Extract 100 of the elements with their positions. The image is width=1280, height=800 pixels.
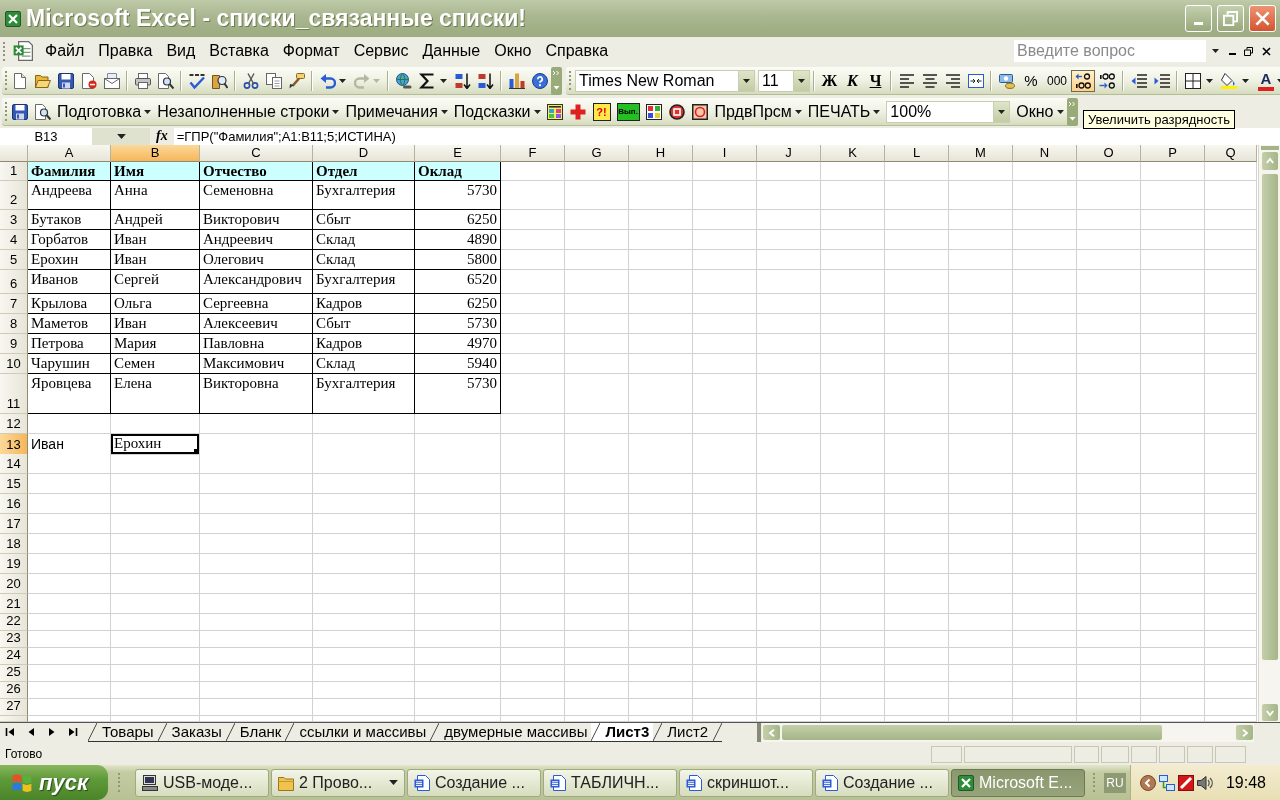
row-header[interactable]: 7 [0, 294, 28, 314]
scissors-icon[interactable] [242, 72, 259, 89]
spreadsheet-cell[interactable]: Сбыт [313, 210, 415, 230]
row-header[interactable]: 23 [0, 631, 28, 648]
checkmark-icon[interactable] [188, 72, 205, 89]
menu-item[interactable]: Окно [487, 40, 539, 62]
spreadsheet-cell[interactable]: Отдел [313, 162, 415, 181]
row-header[interactable]: 19 [0, 554, 28, 574]
chevron-left-icon[interactable] [1140, 774, 1156, 791]
last-sheet-icon[interactable] [68, 727, 78, 737]
caret-icon[interactable] [339, 78, 346, 83]
menu-item[interactable]: Формат [275, 40, 347, 62]
paintbrush-icon[interactable] [288, 72, 305, 89]
caret-icon[interactable] [1242, 78, 1250, 83]
scroll-left-button[interactable] [762, 724, 781, 741]
spreadsheet-cell[interactable]: Иванов [28, 270, 111, 294]
spreadsheet-cell[interactable]: Андреева [28, 181, 111, 210]
menu-item[interactable]: Вставка [202, 40, 276, 62]
spreadsheet-cell[interactable]: Бутаков [28, 210, 111, 230]
column-header[interactable]: P [1141, 145, 1205, 162]
font-size-field[interactable]: 11 [758, 69, 810, 92]
fill-handle[interactable] [194, 449, 199, 454]
spreadsheet-cell[interactable]: Александрович [200, 270, 313, 294]
spreadsheet-cell[interactable]: Андрей [111, 210, 200, 230]
indent-icon[interactable] [1153, 72, 1170, 89]
row-header[interactable]: 26 [0, 682, 28, 699]
sheet-tab[interactable]: ссылки и массивы [285, 723, 431, 742]
dropdown-button[interactable] [793, 70, 809, 91]
stop-icon[interactable] [669, 103, 686, 120]
spreadsheet-cell[interactable]: Олегович [200, 250, 313, 270]
menu-item[interactable]: Данные [415, 40, 488, 62]
toolbar-menu[interactable]: ПЕЧАТЬ [804, 100, 884, 123]
row-header[interactable]: 18 [0, 534, 28, 554]
insert-function-button[interactable]: fx [156, 128, 168, 144]
spreadsheet-cell[interactable]: Фамилия [28, 162, 111, 181]
horizontal-scrollbar[interactable] [762, 723, 1254, 742]
close-icon[interactable] [1262, 46, 1271, 56]
spreadsheet-cell[interactable]: Мария [111, 334, 200, 354]
column-header[interactable]: C [200, 145, 313, 162]
macro-button[interactable]: Вып. [616, 102, 640, 121]
globe-icon[interactable] [395, 72, 412, 89]
spreadsheet-cell[interactable]: Викторович [200, 210, 313, 230]
open-folder-icon[interactable] [34, 72, 51, 89]
print-icon[interactable] [134, 72, 151, 89]
spreadsheet-cell[interactable]: 5730 [415, 374, 501, 414]
spreadsheet-cell[interactable]: 4970 [415, 334, 501, 354]
borders-icon[interactable] [1184, 72, 1201, 89]
copy-icon[interactable] [265, 72, 282, 89]
spreadsheet-cell[interactable]: Елена [111, 374, 200, 414]
spreadsheet-cell[interactable]: Анна [111, 181, 200, 210]
underline-button[interactable]: Ч [864, 69, 887, 92]
row-header[interactable]: 10 [0, 354, 28, 374]
minimize-button[interactable] [1185, 5, 1212, 32]
color-grid-icon[interactable] [547, 103, 564, 120]
spreadsheet-cell[interactable]: 6250 [415, 210, 501, 230]
spreadsheet-cell[interactable]: Склад [313, 230, 415, 250]
spreadsheet-cell[interactable]: Сбыт [313, 314, 415, 334]
spreadsheet-cell[interactable]: Горбатов [28, 230, 111, 250]
column-header[interactable]: H [629, 145, 693, 162]
print-preview-icon[interactable] [34, 103, 51, 120]
column-header[interactable]: L [885, 145, 949, 162]
spreadsheet-cell[interactable]: Алексеевич [200, 314, 313, 334]
spreadsheet-cell[interactable]: Имя [111, 162, 200, 181]
sum-icon[interactable] [418, 72, 435, 89]
spreadsheet-cell[interactable]: 6520 [415, 270, 501, 294]
spreadsheet-icon[interactable] [5, 10, 21, 27]
save-icon[interactable] [11, 103, 28, 120]
align-left-icon[interactable] [898, 72, 915, 89]
spreadsheet-cell[interactable]: Семеновна [200, 181, 313, 210]
row-header[interactable]: 3 [0, 210, 28, 230]
column-header[interactable]: B [111, 145, 200, 162]
undo-icon[interactable] [320, 72, 336, 89]
column-header[interactable]: I [693, 145, 757, 162]
spreadsheet-cell[interactable]: Сергеевна [200, 294, 313, 314]
macro-button[interactable]: ?! [592, 102, 611, 121]
network-icon[interactable] [1159, 774, 1175, 791]
row-header[interactable]: 12 [0, 414, 28, 434]
spreadsheet-document-icon[interactable] [13, 41, 33, 61]
column-header[interactable]: E [415, 145, 501, 162]
paint-bucket-icon[interactable] [1220, 72, 1237, 89]
spreadsheet-cell[interactable]: 5940 [415, 354, 501, 374]
spreadsheet-cell[interactable]: 6250 [415, 294, 501, 314]
menu-item[interactable]: Справка [538, 40, 616, 62]
spreadsheet-cell[interactable]: 5730 [415, 181, 501, 210]
minimize-icon[interactable] [1229, 53, 1236, 55]
spreadsheet-cell[interactable]: Маметов [28, 314, 111, 334]
spreadsheet-cell[interactable]: Оклад [415, 162, 501, 181]
spreadsheet-cell[interactable]: Бухгалтерия [313, 181, 415, 210]
row-header[interactable]: 4 [0, 230, 28, 250]
toolbar-menu[interactable]: ПрдвПрсм [711, 100, 805, 123]
spreadsheet-cell[interactable]: Иван [111, 230, 200, 250]
spreadsheet-cell[interactable]: Семен [111, 354, 200, 374]
sheet-tab[interactable]: Лист2 [653, 723, 723, 742]
toolbar-options-icon[interactable] [1066, 97, 1078, 126]
save-icon[interactable] [57, 72, 74, 89]
book-magnifier-icon[interactable] [211, 72, 228, 89]
spreadsheet-cell[interactable]: Бухгалтерия [313, 374, 415, 414]
grip-icon[interactable] [118, 773, 121, 792]
sheet-tab[interactable]: Заказы [157, 723, 226, 742]
dropdown-button[interactable] [993, 101, 1010, 122]
